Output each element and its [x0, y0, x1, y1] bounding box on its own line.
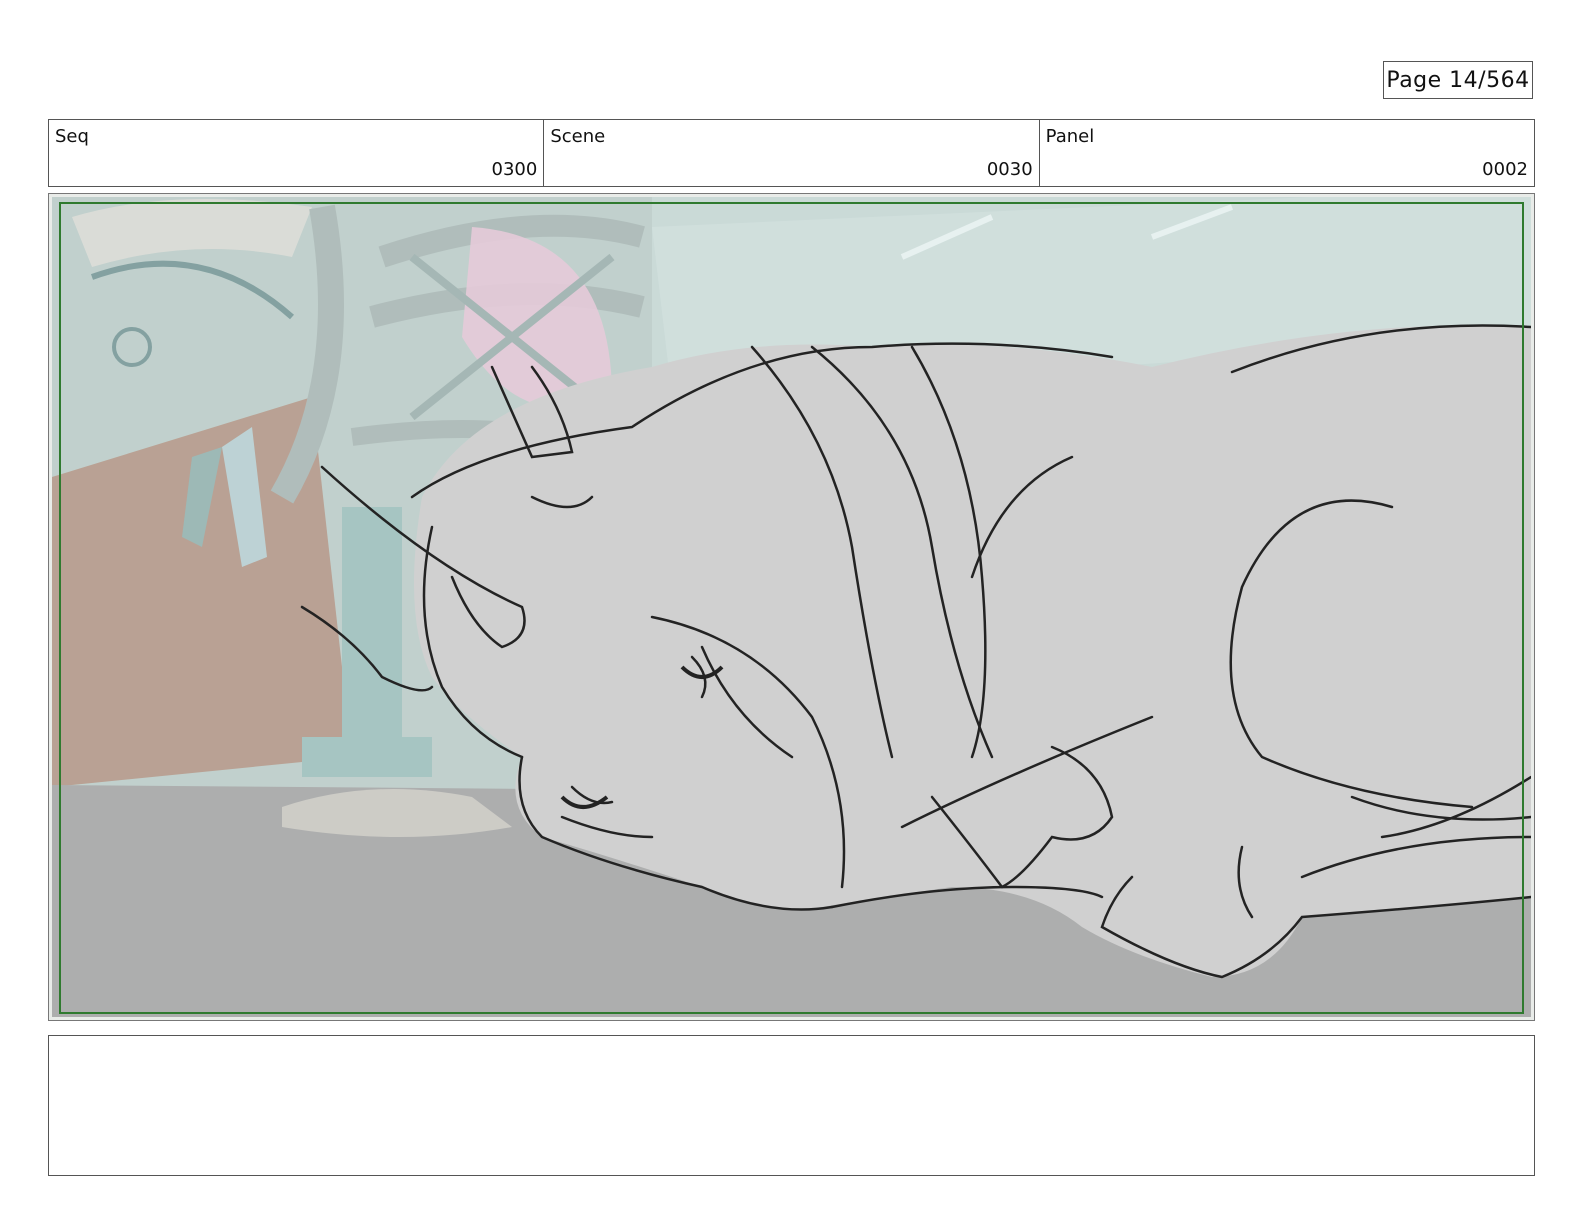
panel-cell: Panel 0002 [1040, 120, 1534, 186]
seq-label: Seq [55, 126, 89, 147]
storyboard-frame [48, 193, 1535, 1021]
seq-cell: Seq 0300 [49, 120, 545, 186]
seq-value: 0300 [491, 159, 538, 180]
scene-label: Scene [550, 126, 606, 147]
notes-box[interactable] [48, 1035, 1535, 1176]
page-number: Page 14/564 [1383, 61, 1533, 99]
scene-value: 0030 [986, 159, 1033, 180]
panel-value: 0002 [1482, 159, 1528, 180]
storyboard-sketch-image [52, 197, 1531, 1017]
scene-cell: Scene 0030 [544, 120, 1040, 186]
panel-header: Seq 0300 Scene 0030 Panel 0002 [48, 119, 1535, 187]
panel-label: Panel [1045, 126, 1095, 147]
